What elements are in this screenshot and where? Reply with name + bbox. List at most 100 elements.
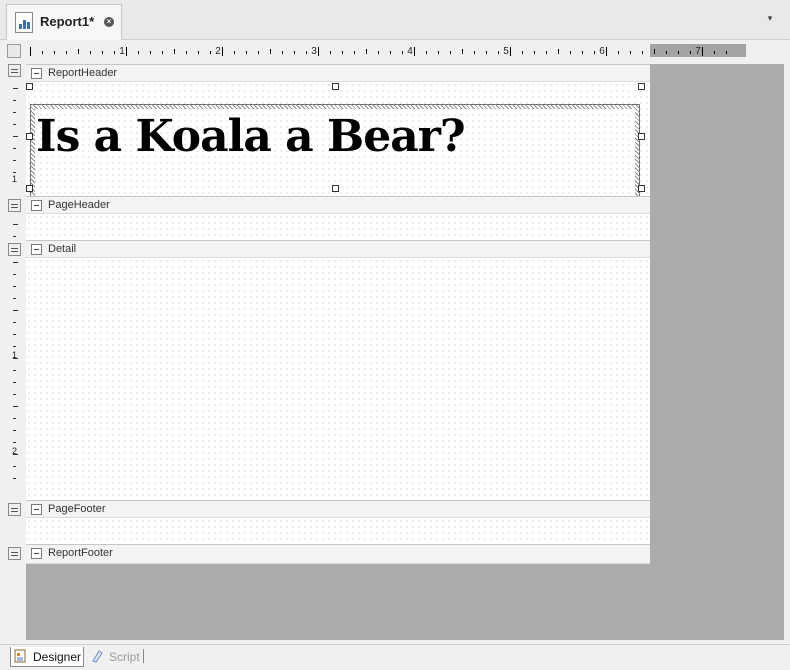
ruler-tick <box>618 51 619 54</box>
ruler-tick <box>30 47 31 56</box>
ruler-tick <box>162 51 163 54</box>
ruler-tick <box>174 49 175 54</box>
ruler-tick <box>654 49 655 54</box>
ruler-number: 1 <box>12 174 18 184</box>
ruler-tick <box>258 51 259 54</box>
ruler-tick <box>606 47 607 56</box>
ruler-tick <box>13 442 16 443</box>
ruler-tick <box>402 51 403 54</box>
ruler-tick <box>546 51 547 54</box>
ruler-tick <box>318 47 319 56</box>
ruler-tick <box>486 51 487 54</box>
ruler-tick <box>13 112 16 113</box>
band-label: ReportFooter <box>48 547 113 559</box>
designer-icon <box>14 649 26 663</box>
ruler-tick <box>186 51 187 54</box>
ruler-tick <box>354 51 355 54</box>
ruler-tick <box>198 51 199 54</box>
page-header-band-area[interactable] <box>26 214 650 240</box>
band-label: Detail <box>48 243 77 255</box>
ruler-corner-box[interactable] <box>7 44 21 58</box>
resize-handle[interactable] <box>332 83 339 90</box>
tab-separator <box>143 649 144 663</box>
resize-handle[interactable] <box>638 83 645 90</box>
detail-band-area[interactable] <box>26 258 650 500</box>
ruler-tick <box>13 430 16 431</box>
resize-handle[interactable] <box>638 185 645 192</box>
report-icon <box>15 12 33 33</box>
horizontal-ruler: 1 2 3 4 5 6 7 <box>26 44 750 59</box>
ruler-tick <box>54 51 55 54</box>
collapse-icon[interactable] <box>31 548 42 559</box>
ruler-tick <box>13 274 16 275</box>
collapse-icon[interactable] <box>31 244 42 255</box>
resize-handle[interactable] <box>26 185 33 192</box>
ruler-tick <box>642 51 643 54</box>
ruler-tick <box>342 51 343 54</box>
tab-script[interactable]: Script <box>90 647 146 667</box>
ruler-tick <box>13 88 18 89</box>
page-footer-band-title[interactable]: PageFooter <box>26 500 650 518</box>
report-header-band-handle[interactable] <box>8 64 21 77</box>
ruler-tick <box>66 51 67 54</box>
document-tab-report1[interactable]: Report1* × <box>6 4 122 40</box>
report-footer-band-handle[interactable] <box>8 547 21 560</box>
ruler-tick <box>13 310 18 311</box>
ruler-tick <box>222 47 223 56</box>
ruler-tick <box>13 478 16 479</box>
ruler-tick <box>630 51 631 54</box>
resize-handle[interactable] <box>638 133 645 140</box>
ruler-tick <box>726 51 727 54</box>
collapse-icon[interactable] <box>31 504 42 515</box>
resize-handle[interactable] <box>26 83 33 90</box>
page-header-band-title[interactable]: PageHeader <box>26 196 650 214</box>
ruler-tick <box>510 47 511 56</box>
document-tab-title: Report1* <box>40 14 95 29</box>
page-header-band-handle[interactable] <box>8 199 21 212</box>
ruler-tick <box>13 160 16 161</box>
detail-band-handle[interactable] <box>8 243 21 256</box>
ruler-tick <box>438 51 439 54</box>
band-label: PageFooter <box>48 503 106 515</box>
tab-designer[interactable]: Designer <box>10 647 84 667</box>
ruler-tick <box>678 51 679 54</box>
close-tab-icon[interactable]: × <box>104 17 114 27</box>
report-header-band-area[interactable]: Is a Koala a Bear? <box>26 82 650 204</box>
ruler-tick <box>714 51 715 54</box>
ruler-tick <box>13 262 18 263</box>
tab-list-dropdown-icon[interactable]: ▾ <box>764 12 776 24</box>
view-tab-bar: Designer Script <box>0 644 790 670</box>
tab-label: Script <box>109 650 140 664</box>
ruler-tick <box>13 148 16 149</box>
ruler-tick <box>366 49 367 54</box>
detail-band-title[interactable]: Detail <box>26 240 650 258</box>
title-text: Is a Koala a Bear? <box>36 111 466 162</box>
band-label: ReportHeader <box>48 67 118 79</box>
ruler-tick <box>474 51 475 54</box>
ruler-tick <box>13 172 16 173</box>
ruler-tick <box>13 224 18 225</box>
document-tab-strip: Report1* × ▾ <box>0 0 790 40</box>
page-footer-band-handle[interactable] <box>8 503 21 516</box>
page-footer-band-area[interactable] <box>26 518 650 544</box>
ruler-tick <box>42 51 43 54</box>
ruler-tick <box>13 346 16 347</box>
collapse-icon[interactable] <box>31 200 42 211</box>
resize-handle[interactable] <box>332 185 339 192</box>
ruler-tick <box>582 51 583 54</box>
ruler-tick <box>450 51 451 54</box>
report-header-band-title[interactable]: ReportHeader <box>26 64 650 82</box>
ruler-tick <box>13 466 16 467</box>
ruler-tick <box>13 298 16 299</box>
ruler-tick <box>13 454 18 455</box>
ruler-tick <box>690 51 691 54</box>
collapse-icon[interactable] <box>31 68 42 79</box>
report-footer-band-title[interactable]: ReportFooter <box>26 544 650 564</box>
ruler-tick <box>13 334 16 335</box>
ruler-tick <box>150 51 151 54</box>
ruler-tick <box>390 51 391 54</box>
vertical-ruler: 1 1 2 <box>7 64 24 564</box>
tab-label: Designer <box>33 650 82 664</box>
resize-handle[interactable] <box>26 133 33 140</box>
ruler-tick <box>666 51 667 54</box>
